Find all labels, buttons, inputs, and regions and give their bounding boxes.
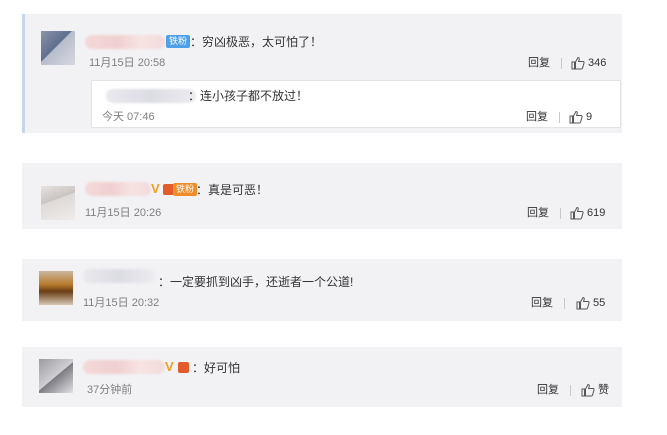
divider bbox=[570, 385, 571, 396]
like-count: 55 bbox=[593, 297, 606, 309]
username[interactable] bbox=[85, 182, 151, 196]
username[interactable] bbox=[83, 269, 155, 283]
divider bbox=[559, 112, 560, 123]
avatar[interactable] bbox=[41, 31, 75, 65]
username[interactable] bbox=[83, 360, 165, 374]
subreply-reply-button[interactable]: 回复 bbox=[526, 111, 548, 124]
comment-time: 11月15日 20:26 bbox=[85, 207, 162, 219]
avatar[interactable] bbox=[41, 186, 75, 220]
thumbs-up-icon bbox=[571, 56, 585, 70]
comment-card: ：一定要抓到凶手，还逝者一个公道! 11月15日 20:32 回复 55 bbox=[22, 259, 622, 321]
thumbs-up-icon bbox=[581, 383, 595, 397]
comment-card: 铁粉 ：穷凶极恶，太可怕了！ 11月15日 20:58 回复 346 ：连小孩子… bbox=[22, 14, 622, 133]
divider bbox=[561, 58, 562, 69]
thumbs-up-icon bbox=[576, 296, 590, 310]
comment-text: ：穷凶极恶，太可怕了！ bbox=[190, 35, 323, 49]
subreply-time: 今天 07:46 bbox=[102, 111, 155, 123]
divider bbox=[560, 208, 561, 219]
like-button[interactable]: 赞 bbox=[581, 383, 621, 397]
fan-badge: 铁粉 bbox=[173, 183, 198, 196]
reply-button[interactable]: 回复 bbox=[527, 207, 549, 220]
comment-time: 37分钟前 bbox=[87, 384, 133, 396]
reply-button[interactable]: 回复 bbox=[537, 384, 559, 397]
comment-card: V ：好可怕 37分钟前 回复 赞 bbox=[22, 347, 622, 407]
comment-text: ：好可怕 bbox=[192, 361, 241, 375]
reply-button[interactable]: 回复 bbox=[528, 57, 550, 70]
comment-time: 11月15日 20:32 bbox=[83, 297, 160, 309]
comment-text: ：真是可恶！ bbox=[196, 183, 269, 197]
fan-badge: 铁粉 bbox=[166, 35, 191, 48]
divider bbox=[564, 298, 565, 309]
like-button[interactable]: 619 bbox=[570, 206, 620, 220]
comment-time: 11月15日 20:58 bbox=[89, 57, 166, 69]
comment-text: ：一定要抓到凶手，还逝者一个公道! bbox=[158, 275, 354, 289]
subreply-card: ：连小孩子都不放过！ 今天 07:46 回复 9 bbox=[91, 80, 621, 128]
comment-card: V 铁粉 ：真是可恶！ 11月15日 20:26 回复 619 bbox=[22, 163, 622, 229]
like-count: 619 bbox=[587, 207, 606, 219]
like-button[interactable]: 55 bbox=[576, 296, 616, 310]
like-count: 赞 bbox=[598, 384, 609, 396]
avatar[interactable] bbox=[39, 271, 73, 305]
like-count: 9 bbox=[586, 111, 593, 123]
like-button[interactable]: 346 bbox=[571, 56, 621, 70]
member-icon bbox=[178, 362, 189, 373]
subreply-username[interactable] bbox=[106, 89, 196, 103]
thumbs-up-icon bbox=[569, 110, 583, 124]
subreply-text: ：连小孩子都不放过！ bbox=[188, 89, 309, 103]
subreply-like-button[interactable]: 9 bbox=[569, 110, 609, 124]
verified-icon: V bbox=[165, 359, 174, 374]
reply-button[interactable]: 回复 bbox=[531, 297, 553, 310]
username[interactable] bbox=[85, 35, 165, 49]
thumbs-up-icon bbox=[570, 206, 584, 220]
like-count: 346 bbox=[588, 57, 607, 69]
verified-icon: V bbox=[151, 181, 160, 196]
avatar[interactable] bbox=[39, 359, 73, 393]
